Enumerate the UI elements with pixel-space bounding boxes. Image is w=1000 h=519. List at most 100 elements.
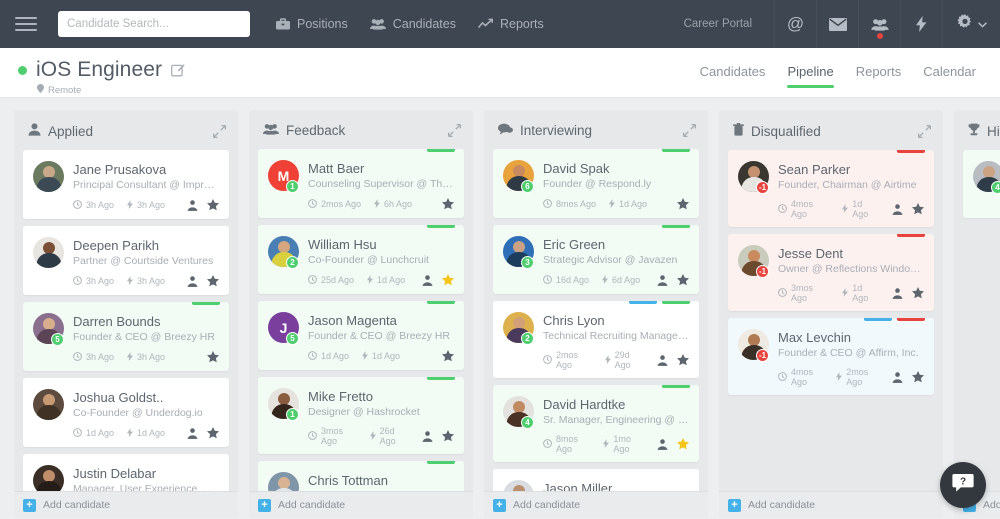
last-activity-label: 26d Ago — [379, 426, 396, 446]
candidate-card[interactable]: -1 Jesse Dent Owner @ Reflections Window W… — [728, 234, 934, 311]
chevron-down-icon — [977, 15, 987, 33]
candidate-card[interactable]: M1 Matt Baer Counseling Supervisor @ The W… — [258, 149, 464, 218]
candidate-card[interactable]: J 5 Jason Magenta Founder & CEO @ Breezy HR… — [258, 301, 464, 370]
assign-user-icon[interactable] — [892, 203, 903, 215]
add-candidate-button[interactable]: + Add candidate — [484, 491, 708, 518]
column-card-list: M1 Matt Baer Counseling Supervisor @ The W… — [249, 149, 473, 491]
settings-menu-button[interactable] — [942, 0, 1000, 48]
expand-arrows-icon[interactable] — [213, 124, 226, 138]
avatar-score-badge: 1 — [286, 180, 299, 193]
candidate-card[interactable]: 5 Darren Bounds Founder & CEO @ Breezy HR 3… — [23, 302, 229, 371]
at-mentions-icon[interactable]: @ — [774, 0, 816, 48]
candidate-card[interactable]: 3 Eric Green Strategic Advisor @ Javazen 16… — [493, 225, 699, 294]
assign-user-icon[interactable] — [657, 438, 668, 450]
candidate-card[interactable]: Jane Prusakova Principal Consultant @ Imp… — [23, 150, 229, 219]
favorite-star-icon[interactable] — [207, 427, 219, 439]
favorite-star-icon[interactable] — [912, 203, 924, 215]
favorite-star-icon[interactable] — [677, 198, 689, 210]
candidate-card[interactable]: 1Jason MilleriOS Engineer @ Facebook — [493, 469, 699, 491]
card-status-bars — [192, 302, 220, 305]
card-meta: 3mos Ago 26d Ago — [268, 426, 454, 446]
add-candidate-button[interactable]: + Add candidate — [249, 491, 473, 518]
card-status-bars — [662, 385, 690, 388]
favorite-star-icon[interactable] — [912, 371, 924, 383]
candidate-card[interactable]: 2 William Hsu Co-Founder @ Lunchcruit 25d A… — [258, 225, 464, 294]
people-icon — [263, 123, 279, 138]
favorite-star-icon[interactable] — [442, 274, 454, 286]
clock-icon — [73, 351, 82, 363]
last-activity-label: 1d Ago — [619, 199, 648, 209]
candidate-name: Jason Magenta — [308, 313, 397, 328]
expand-arrows-icon[interactable] — [918, 124, 931, 138]
card-status-bars — [427, 149, 455, 152]
clock-icon — [543, 274, 552, 286]
card-meta: 3mos Ago 1d Ago — [738, 283, 924, 303]
tab-reports[interactable]: Reports — [856, 64, 902, 88]
last-activity-time: 1d Ago — [367, 274, 405, 286]
avatar-wrap: 2 — [268, 236, 299, 269]
assign-user-icon[interactable] — [187, 199, 198, 211]
candidate-card[interactable]: 5 Chris Tottman Chairman @ Kommol — [258, 461, 464, 491]
gear-icon — [956, 13, 973, 35]
nav-item-reports[interactable]: Reports — [477, 17, 544, 31]
card-meta: 3h Ago 3h Ago — [33, 199, 219, 211]
team-notifications-icon[interactable] — [858, 0, 900, 48]
add-candidate-button[interactable]: + Add candidate — [719, 491, 943, 518]
candidate-card[interactable]: -1 Sean Parker Founder, Chairman @ Airtime… — [728, 150, 934, 227]
applied-time: 1d Ago — [308, 350, 349, 362]
assign-user-icon[interactable] — [187, 275, 198, 287]
favorite-star-icon[interactable] — [442, 350, 454, 362]
candidate-card[interactable]: 2 Chris Lyon Technical Recruiting Manager … — [493, 301, 699, 378]
assign-user-icon[interactable] — [892, 371, 903, 383]
favorite-star-icon[interactable] — [677, 354, 689, 366]
column-header: Hired — [954, 110, 1000, 150]
column-header: Disqualified — [719, 110, 943, 150]
favorite-star-icon[interactable] — [677, 438, 689, 450]
add-candidate-label: Add candidate — [748, 499, 816, 511]
favorite-star-icon[interactable] — [912, 287, 924, 299]
edit-pencil-icon[interactable] — [171, 63, 185, 77]
candidate-name: Sean Parker — [778, 162, 851, 177]
candidate-card[interactable]: Justin Delabar Manager, User Experience @… — [23, 454, 229, 491]
candidate-card[interactable]: Deepen Parikh Partner @ Courtside Venture… — [23, 226, 229, 295]
favorite-star-icon[interactable] — [677, 274, 689, 286]
tab-candidates[interactable]: Candidates — [700, 64, 766, 88]
favorite-star-icon[interactable] — [207, 351, 219, 363]
candidate-card[interactable]: -1 Max Levchin Founder & CEO @ Affirm, Inc… — [728, 318, 934, 395]
add-candidate-button[interactable]: + Add candidate — [14, 491, 238, 518]
hamburger-menu-icon[interactable] — [0, 17, 52, 31]
favorite-star-icon[interactable] — [442, 198, 454, 210]
messages-envelope-icon[interactable] — [816, 0, 858, 48]
career-portal-link[interactable]: Career Portal — [662, 18, 774, 30]
assign-user-icon[interactable] — [657, 274, 668, 286]
help-button[interactable]: ? — [940, 462, 986, 508]
favorite-star-icon[interactable] — [207, 275, 219, 287]
expand-arrows-icon[interactable] — [683, 124, 696, 137]
tab-pipeline[interactable]: Pipeline — [787, 64, 834, 88]
assign-user-icon[interactable] — [187, 427, 198, 439]
favorite-star-icon[interactable] — [207, 199, 219, 211]
assign-user-icon[interactable] — [657, 354, 668, 366]
candidate-card[interactable]: 1 Mike Fretto Designer @ Hashrocket 3mos Ag… — [258, 377, 464, 454]
assign-user-icon[interactable] — [422, 430, 433, 442]
card-actions — [892, 203, 924, 215]
avatar-score-badge: 3 — [521, 256, 534, 269]
search-input[interactable] — [67, 18, 241, 30]
favorite-star-icon[interactable] — [442, 430, 454, 442]
pipeline-column-feedback: Feedback M 1 Matt Baer Counseling Supervisor… — [249, 110, 473, 518]
candidate-name: Jane Prusakova — [73, 162, 167, 177]
candidate-card[interactable]: 6 David Spak Founder @ Respond.ly 8mos Ago 1… — [493, 149, 699, 218]
nav-item-candidates[interactable]: Candidates — [369, 17, 456, 31]
tab-calendar[interactable]: Calendar — [923, 64, 976, 88]
last-activity-label: 6h Ago — [384, 199, 413, 209]
nav-item-positions[interactable]: Positions — [276, 17, 348, 31]
candidate-card[interactable]: Joshua Goldst.. Co-Founder @ Underdog.io 1… — [23, 378, 229, 447]
candidate-card[interactable]: 4 David Hardtke Sr. Manager, Engineering @… — [493, 385, 699, 462]
candidate-card[interactable]: 4Dave RuelCo-Founder @ Rise4mos Ago — [963, 150, 1000, 218]
expand-arrows-icon[interactable] — [448, 124, 461, 137]
candidate-search-box[interactable] — [58, 11, 250, 37]
assign-user-icon[interactable] — [422, 274, 433, 286]
last-activity-label: 3h Ago — [137, 276, 166, 286]
assign-user-icon[interactable] — [892, 287, 903, 299]
activity-bolt-icon[interactable] — [900, 0, 942, 48]
